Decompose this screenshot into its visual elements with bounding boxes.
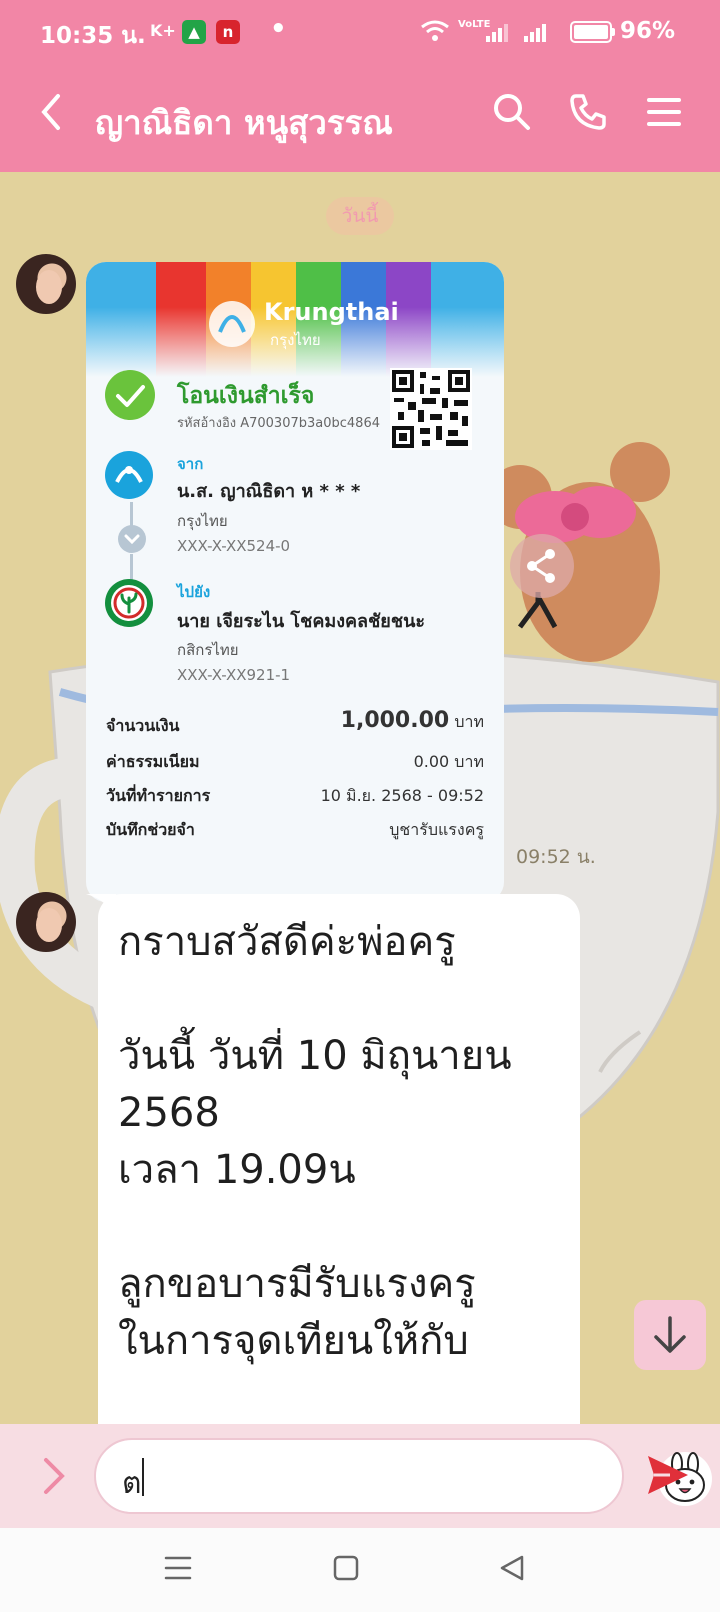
qr-code-icon	[390, 368, 472, 450]
date-pill: วันนี้	[326, 197, 394, 235]
battery-percent: 96%	[620, 18, 676, 44]
chevron-right-icon[interactable]	[38, 1456, 68, 1496]
contact-name[interactable]: ญาณิธิดา หนูสุวรรณ	[95, 96, 393, 149]
datetime-label: วันที่ทำรายการ	[106, 786, 211, 805]
fee-label: ค่าธรรมเนียม	[106, 752, 200, 771]
status-bar: 10:35 น. K+ ▲ n • VoLTE 96%	[0, 0, 720, 62]
chat-area[interactable]: วันนี้ Krungthai กรุงไทย โอนเงินสำเร็จ ร…	[0, 172, 720, 1424]
notification-dot-icon: •	[270, 14, 287, 44]
amount-value: 1,000.00 บาท	[341, 708, 484, 735]
recents-icon[interactable]	[164, 1554, 192, 1582]
kplus-label: K+	[150, 21, 176, 40]
news-app-icon: n	[216, 20, 240, 44]
memo-value: บูชารับแรงครู	[389, 820, 484, 839]
check-circle-icon	[105, 370, 155, 420]
arrow-down-circle-icon	[118, 525, 146, 553]
transfer-status: โอนเงินสำเร็จ	[177, 383, 315, 409]
signal-icon	[486, 22, 508, 42]
kasikorn-logo-icon	[105, 579, 153, 627]
text-caret	[142, 1458, 144, 1496]
reference-code: รหัสอ้างอิง A700307b3a0bc4864	[177, 416, 380, 431]
to-bank: กสิกรไทย	[177, 641, 239, 659]
message-draft: ต	[122, 1466, 142, 1501]
to-label: ไปยัง	[177, 583, 211, 601]
message-time: 09:52 น.	[516, 846, 596, 868]
send-icon[interactable]	[646, 1454, 690, 1496]
from-account: XXX-X-XX524-0	[177, 537, 291, 555]
share-button[interactable]	[510, 534, 574, 598]
battery-icon	[570, 21, 612, 43]
amount-label: จำนวนเงิน	[106, 716, 180, 735]
avatar[interactable]	[16, 254, 76, 314]
bank-logo-text: Krungthai	[264, 298, 399, 326]
phone-icon[interactable]	[568, 92, 608, 132]
share-icon	[527, 549, 555, 583]
transfer-slip-image[interactable]: Krungthai กรุงไทย โอนเงินสำเร็จ รหัสอ้าง…	[86, 262, 504, 902]
from-label: จาก	[177, 455, 204, 473]
arrow-down-icon	[654, 1316, 686, 1353]
chat-header: ญาณิธิดา หนูสุวรรณ	[0, 62, 720, 172]
fee-value: 0.00 บาท	[413, 752, 484, 771]
message-input[interactable]: ต	[94, 1438, 712, 1514]
to-account: XXX-X-XX921-1	[177, 666, 291, 684]
bank-logo-text-th: กรุงไทย	[270, 331, 321, 349]
amount-currency: บาท	[454, 712, 484, 731]
nav-back-icon[interactable]	[498, 1554, 526, 1582]
memo-label: บันทึกช่วยจำ	[106, 820, 195, 839]
from-bank: กรุงไทย	[177, 512, 228, 530]
message-text: กราบสวัสดีค่ะพ่อครู วันนี้ วันที่ 10 มิถ…	[118, 919, 512, 1364]
from-name: น.ส. ญาณิธิดา ห * * *	[177, 481, 361, 502]
avatar[interactable]	[16, 892, 76, 952]
amount-number: 1,000.00	[340, 708, 450, 733]
datetime-value: 10 มิ.ย. 2568 - 09:52	[320, 786, 484, 805]
shield-app-icon: ▲	[182, 20, 206, 44]
to-name: นาย เจียระไน โชคมงคลชัยชนะ	[177, 611, 426, 632]
wifi-icon	[421, 20, 449, 41]
search-icon[interactable]	[492, 92, 532, 132]
scroll-down-button[interactable]	[634, 1300, 706, 1370]
input-bar: ต	[0, 1424, 720, 1528]
krungthai-logo-icon	[105, 451, 153, 499]
chevron-left-icon[interactable]	[38, 92, 64, 132]
signal-icon-2	[524, 22, 546, 42]
status-time: 10:35 น.	[40, 23, 146, 49]
system-nav-bar	[0, 1528, 720, 1612]
home-icon[interactable]	[332, 1554, 360, 1582]
hamburger-menu-icon[interactable]	[646, 92, 682, 132]
